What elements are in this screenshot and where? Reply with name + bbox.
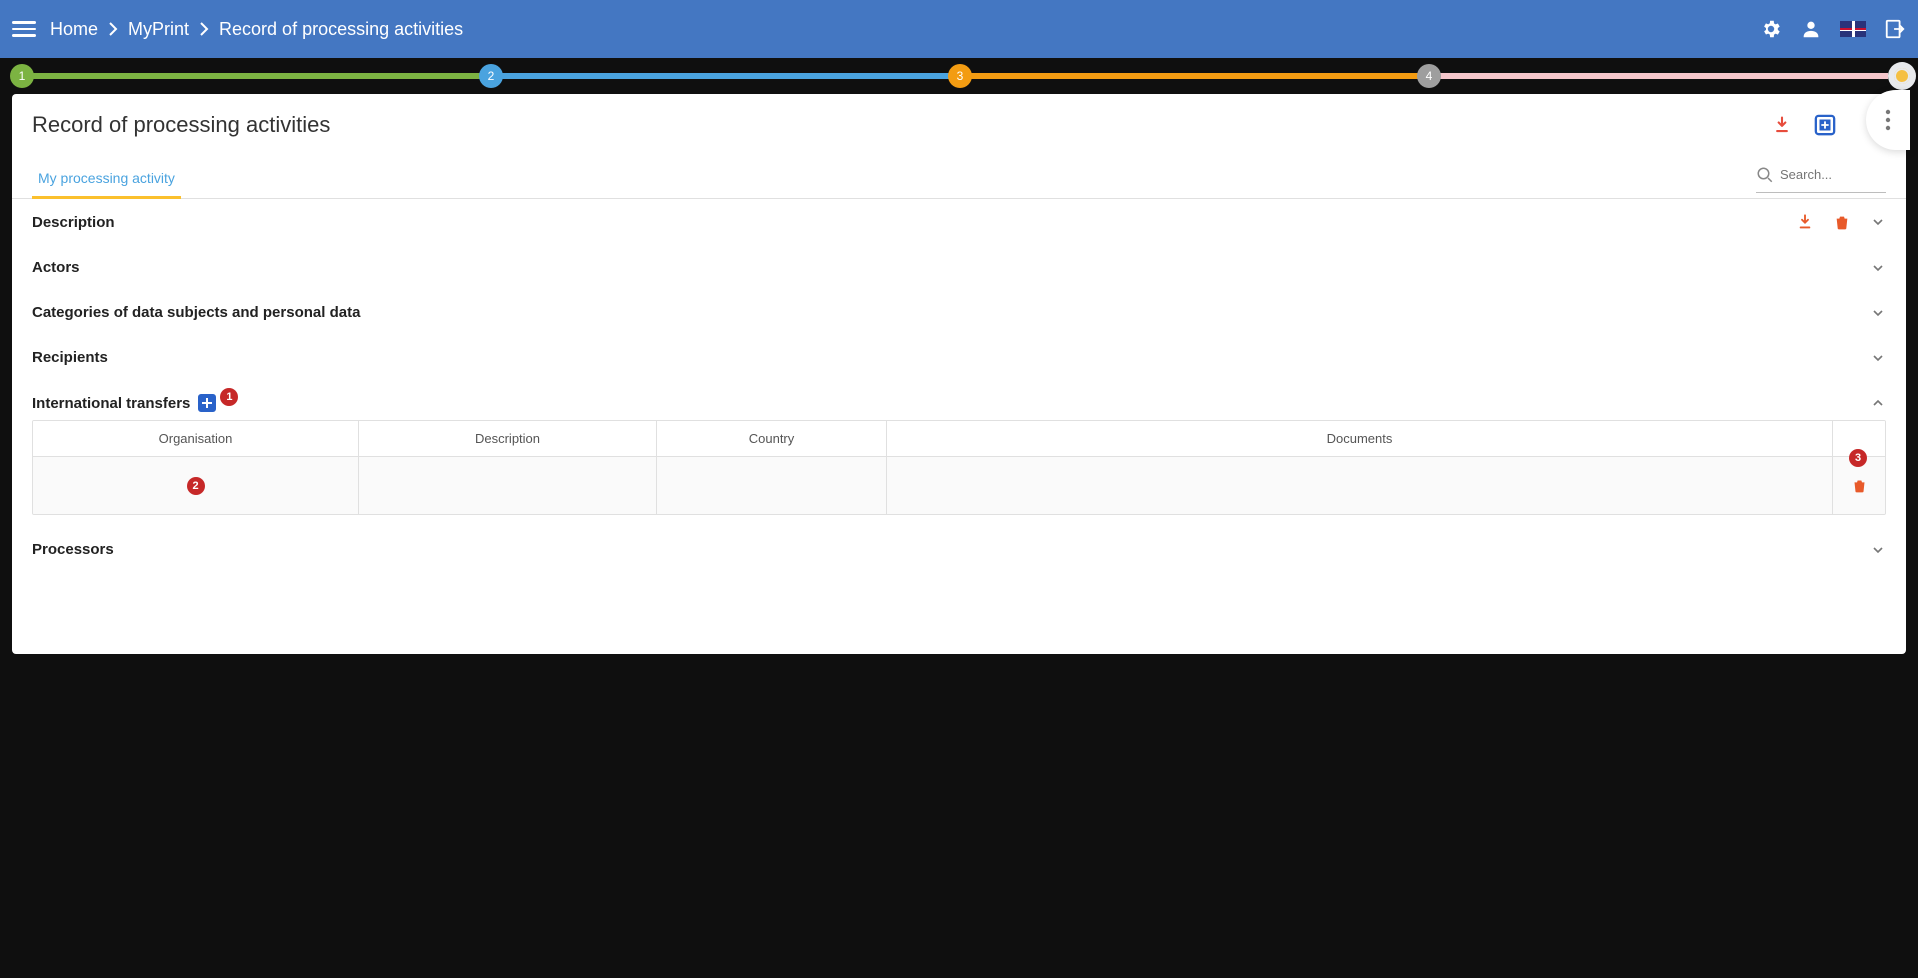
card-header: Record of processing activities bbox=[12, 94, 1906, 146]
breadcrumb-home[interactable]: Home bbox=[50, 19, 98, 40]
cell-actions: 3 bbox=[1833, 457, 1885, 514]
tab-my-processing-activity[interactable]: My processing activity bbox=[32, 160, 181, 199]
chevron-right-icon bbox=[199, 22, 209, 36]
language-flag-uk[interactable] bbox=[1840, 18, 1866, 40]
step-segment-1 bbox=[32, 73, 481, 79]
search-input[interactable] bbox=[1780, 167, 1870, 182]
step-segment-2 bbox=[501, 73, 950, 79]
col-country: Country bbox=[657, 421, 887, 456]
search-container bbox=[1756, 166, 1886, 193]
annotation-badge-2: 2 bbox=[187, 477, 205, 495]
progress-stepper: 1 2 3 4 bbox=[0, 58, 1918, 94]
search-icon bbox=[1756, 166, 1774, 184]
section-international-transfers[interactable]: International transfers 1 bbox=[12, 380, 1906, 420]
trash-icon[interactable] bbox=[1834, 213, 1850, 231]
step-2[interactable]: 2 bbox=[479, 64, 503, 88]
chevron-down-icon[interactable] bbox=[1870, 214, 1886, 230]
breadcrumb: Home MyPrint Record of processing activi… bbox=[50, 19, 463, 40]
col-organisation: Organisation bbox=[33, 421, 359, 456]
tabs-row: My processing activity bbox=[12, 160, 1906, 199]
chevron-down-icon[interactable] bbox=[1870, 350, 1886, 366]
section-categories[interactable]: Categories of data subjects and personal… bbox=[12, 290, 1906, 335]
breadcrumb-record[interactable]: Record of processing activities bbox=[219, 19, 463, 40]
cell-documents[interactable] bbox=[887, 457, 1833, 514]
section-description[interactable]: Description bbox=[12, 199, 1906, 245]
transfers-table: Organisation Description Country Documen… bbox=[32, 420, 1886, 515]
menu-hamburger-icon[interactable] bbox=[12, 17, 36, 41]
step-end[interactable] bbox=[1888, 62, 1916, 90]
sections: Description Actors bbox=[12, 199, 1906, 592]
section-label: International transfers bbox=[32, 395, 190, 412]
step-segment-3 bbox=[970, 73, 1419, 79]
chevron-down-icon[interactable] bbox=[1870, 305, 1886, 321]
chevron-down-icon[interactable] bbox=[1870, 260, 1886, 276]
col-documents: Documents bbox=[887, 421, 1833, 456]
section-label: Actors bbox=[32, 259, 80, 276]
section-label: Description bbox=[32, 214, 115, 231]
annotation-badge-1: 1 bbox=[220, 388, 238, 406]
breadcrumb-myprint[interactable]: MyPrint bbox=[128, 19, 189, 40]
section-label: Categories of data subjects and personal… bbox=[32, 304, 360, 321]
download-icon[interactable] bbox=[1772, 115, 1792, 135]
table-row[interactable]: 2 3 bbox=[33, 457, 1885, 514]
step-1[interactable]: 1 bbox=[10, 64, 34, 88]
step-4[interactable]: 4 bbox=[1417, 64, 1441, 88]
logout-icon[interactable] bbox=[1884, 18, 1906, 40]
section-label: Processors bbox=[32, 541, 114, 558]
chevron-up-icon[interactable] bbox=[1870, 395, 1886, 411]
user-icon[interactable] bbox=[1800, 18, 1822, 40]
cell-organisation[interactable]: 2 bbox=[33, 457, 359, 514]
section-processors[interactable]: Processors bbox=[12, 527, 1906, 572]
cell-country[interactable] bbox=[657, 457, 887, 514]
add-box-icon[interactable] bbox=[1814, 114, 1836, 136]
page-title: Record of processing activities bbox=[32, 112, 330, 138]
add-transfer-button[interactable] bbox=[198, 394, 216, 412]
step-segment-4 bbox=[1439, 73, 1888, 79]
annotation-badge-3: 3 bbox=[1849, 449, 1867, 467]
section-label: Recipients bbox=[32, 349, 108, 366]
main-card: Record of processing activities My proce… bbox=[12, 94, 1906, 654]
top-bar: Home MyPrint Record of processing activi… bbox=[0, 0, 1918, 58]
download-icon[interactable] bbox=[1796, 213, 1814, 231]
chevron-right-icon bbox=[108, 22, 118, 36]
table-header: Organisation Description Country Documen… bbox=[33, 421, 1885, 457]
cell-description[interactable] bbox=[359, 457, 657, 514]
topbar-actions bbox=[1760, 18, 1906, 40]
step-3[interactable]: 3 bbox=[948, 64, 972, 88]
section-recipients[interactable]: Recipients bbox=[12, 335, 1906, 380]
gear-icon[interactable] bbox=[1760, 18, 1782, 40]
chevron-down-icon[interactable] bbox=[1870, 542, 1886, 558]
delete-row-icon[interactable] bbox=[1852, 477, 1867, 494]
section-actors[interactable]: Actors bbox=[12, 245, 1906, 290]
col-description: Description bbox=[359, 421, 657, 456]
